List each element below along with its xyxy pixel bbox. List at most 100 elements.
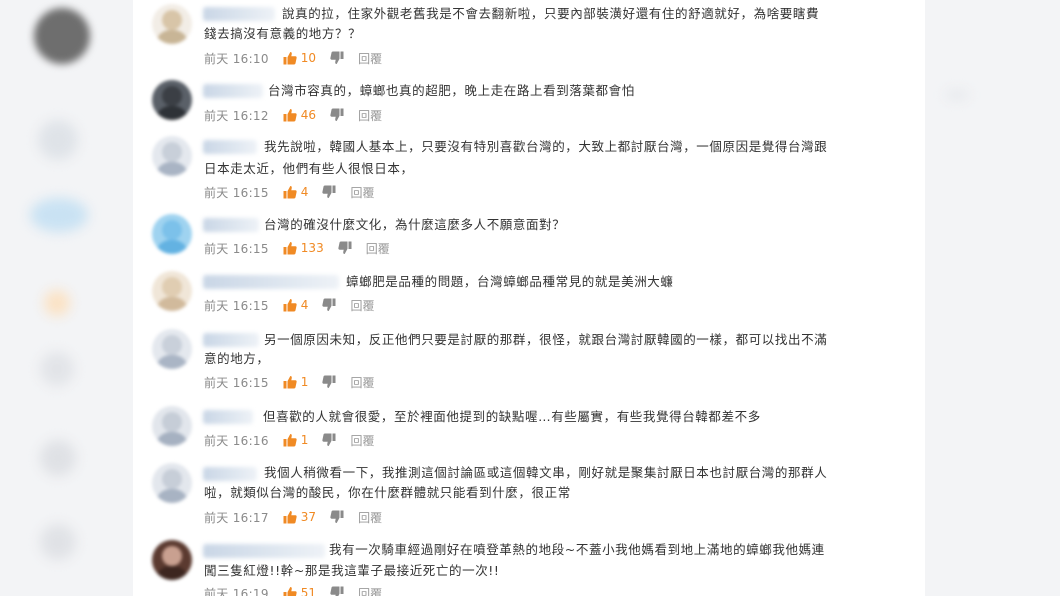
avatar[interactable] — [152, 214, 192, 254]
thumbs-down-icon[interactable] — [322, 185, 336, 199]
blurred-avatar-7 — [40, 524, 76, 560]
comment-line: 另一個原因未知，反正他們只要是討厭的那群，很怪，就跟台灣討厭韓國的一樣，都可以找… — [264, 332, 828, 347]
reply-button[interactable]: 回覆 — [350, 374, 374, 391]
reply-button[interactable]: 回覆 — [366, 240, 390, 257]
reply-button[interactable]: 回覆 — [350, 432, 374, 449]
comment-text: 台灣的確沒什麼文化，為什麼這麼多人不願意面對？ — [264, 213, 565, 236]
thumbs-down-icon[interactable] — [330, 510, 344, 524]
timestamp: 前天 16:16 — [204, 433, 269, 448]
avatar[interactable] — [152, 136, 192, 176]
like-button[interactable]: 4 — [283, 298, 308, 312]
thumbs-up-icon — [283, 511, 297, 524]
like-button[interactable]: 10 — [283, 51, 316, 65]
thumbs-down-icon[interactable] — [330, 51, 344, 65]
thumbs-up-icon — [283, 109, 297, 122]
comment-line: 說真的拉，住家外觀老舊我是不會去翻新啦，只要內部裝潢好還有住的舒適就好，為啥要瞎… — [282, 6, 820, 21]
right-blurred-panel — [925, 0, 1060, 596]
comment-item: 台灣市容真的，蟑螂也真的超肥，晚上走在路上看到落葉都會怕 前天 16:12 46… — [133, 78, 925, 126]
comment-item: 我個人稍微看一下，我推測這個討論區或這個韓文串，剛好就是聚集討厭日本也討厭台灣的… — [133, 461, 925, 531]
thumbs-down-icon[interactable] — [338, 241, 352, 255]
like-button[interactable]: 1 — [283, 375, 309, 389]
comment-text: 蟑螂肥是品種的問題，台灣蟑螂品種常見的就是美洲大蠊 — [346, 270, 674, 293]
thumbs-down-icon[interactable] — [322, 433, 336, 447]
avatar[interactable] — [152, 271, 192, 311]
comment-meta: 前天 16:17 37 回覆 — [204, 509, 382, 525]
comment-item: 我先說啦，韓國人基本上，只要沒有特別喜歡台灣的，大致上都討厭台灣，一個原因是覺得… — [133, 134, 925, 204]
comment-line: 台灣市容真的，蟑螂也真的超肥，晚上走在路上看到落葉都會怕 — [268, 83, 635, 98]
username-blurred[interactable] — [203, 333, 259, 347]
comment-line: 錢去搞沒有意義的地方？？ — [204, 26, 362, 41]
comment-item: 另一個原因未知，反正他們只要是討厭的那群，很怪，就跟台灣討厭韓國的一樣，都可以找… — [133, 327, 925, 397]
comment-meta: 前天 16:16 1 回覆 — [204, 432, 374, 448]
thumbs-down-icon[interactable] — [322, 375, 336, 389]
timestamp: 前天 16:15 — [204, 185, 269, 200]
thumbs-up-icon — [283, 434, 297, 447]
timestamp: 前天 16:15 — [204, 298, 269, 313]
comment-line: 台灣的確沒什麼文化，為什麼這麼多人不願意面對？ — [264, 217, 566, 232]
username-blurred[interactable] — [203, 218, 259, 232]
username-blurred[interactable] — [203, 275, 339, 289]
comment-line: 闖三隻紅燈!!幹~那是我這輩子最接近死亡的一次!! — [204, 563, 500, 578]
comment-text: 另一個原因未知，反正他們只要是討厭的那群，很怪，就跟台灣討厭韓國的一樣，都可以找… — [264, 328, 827, 351]
comment-text-continued: 意的地方， — [204, 347, 270, 370]
thumbs-down-icon[interactable] — [330, 108, 344, 122]
thumbs-up-icon — [283, 587, 297, 596]
blurred-avatar-2 — [38, 120, 78, 160]
reply-button[interactable]: 回覆 — [358, 509, 382, 526]
like-count: 10 — [300, 51, 317, 65]
like-count: 133 — [300, 241, 324, 255]
comment-line: 我個人稍微看一下，我推測這個討論區或這個韓文串，剛好就是聚集討厭日本也討厭台灣的… — [264, 465, 828, 480]
avatar[interactable] — [152, 4, 192, 44]
thumbs-down-icon[interactable] — [330, 586, 344, 596]
comment-text-continued: 日本走太近，他們有些人很恨日本， — [204, 157, 414, 180]
thumbs-down-icon[interactable] — [322, 298, 336, 312]
reply-button[interactable]: 回覆 — [358, 585, 382, 596]
username-blurred[interactable] — [203, 467, 257, 481]
avatar[interactable] — [152, 329, 192, 369]
comment-text: 說真的拉，住家外觀老舊我是不會去翻新啦，只要內部裝潢好還有住的舒適就好，為啥要瞎… — [282, 2, 819, 25]
reply-button[interactable]: 回覆 — [350, 297, 374, 314]
timestamp: 前天 16:10 — [204, 51, 269, 66]
comment-feed: 說真的拉，住家外觀老舊我是不會去翻新啦，只要內部裝潢好還有住的舒適就好，為啥要瞎… — [133, 0, 925, 596]
like-count: 37 — [300, 510, 317, 524]
avatar[interactable] — [152, 80, 192, 120]
left-blurred-panel — [0, 0, 133, 596]
comment-text: 我先說啦，韓國人基本上，只要沒有特別喜歡台灣的，大致上都討厭台灣，一個原因是覺得… — [264, 135, 827, 158]
reply-button[interactable]: 回覆 — [358, 50, 382, 67]
comment-item: 蟑螂肥是品種的問題，台灣蟑螂品種常見的就是美洲大蠊 前天 16:15 4 回覆 — [133, 269, 925, 319]
blurred-avatar-1 — [34, 8, 90, 64]
like-button[interactable]: 1 — [283, 433, 309, 447]
comment-meta: 前天 16:15 4 回覆 — [204, 184, 374, 200]
like-count: 46 — [300, 108, 317, 122]
avatar[interactable] — [152, 540, 192, 580]
comment-meta: 前天 16:15 1 回覆 — [204, 374, 374, 390]
reply-button[interactable]: 回覆 — [358, 107, 382, 124]
like-count: 1 — [300, 433, 309, 447]
username-blurred[interactable] — [203, 7, 275, 21]
username-blurred[interactable] — [203, 410, 253, 424]
like-button[interactable]: 46 — [283, 108, 316, 122]
comment-line: 意的地方， — [204, 351, 270, 366]
comment-line: 蟑螂肥是品種的問題，台灣蟑螂品種常見的就是美洲大蠊 — [346, 274, 674, 289]
like-button[interactable]: 37 — [283, 510, 316, 524]
comment-line: 啦，就類似台灣的酸民，你在什麼群體就只能看到什麼，很正常 — [204, 485, 571, 500]
like-button[interactable]: 133 — [283, 241, 324, 255]
like-button[interactable]: 4 — [283, 185, 308, 199]
blurred-avatar-5 — [40, 352, 74, 386]
like-count: 1 — [300, 375, 309, 389]
username-blurred[interactable] — [203, 140, 257, 154]
comment-text: 台灣市容真的，蟑螂也真的超肥，晚上走在路上看到落葉都會怕 — [268, 79, 635, 102]
comment-text-continued: 闖三隻紅燈!!幹~那是我這輩子最接近死亡的一次!! — [204, 559, 500, 582]
avatar[interactable] — [152, 463, 192, 503]
comment-item: 我有一次騎車經過剛好在噴登革熱的地段~不蓋小我他媽看到地上滿地的蟑螂我他媽連 闖… — [133, 538, 925, 596]
comment-meta: 前天 16:15 4 回覆 — [204, 297, 374, 313]
comment-meta: 前天 16:10 10 回覆 — [204, 50, 382, 66]
thumbs-up-icon — [283, 52, 297, 65]
username-blurred[interactable] — [203, 84, 263, 98]
avatar[interactable] — [152, 406, 192, 446]
thumbs-up-icon — [283, 299, 297, 312]
comment-item: 但喜歡的人就會很愛，至於裡面他提到的缺點喔…有些屬實，有些我覺得台韓都差不多 前… — [133, 404, 925, 454]
reply-button[interactable]: 回覆 — [350, 184, 374, 201]
like-button[interactable]: 51 — [283, 586, 316, 596]
username-blurred[interactable] — [203, 544, 325, 558]
